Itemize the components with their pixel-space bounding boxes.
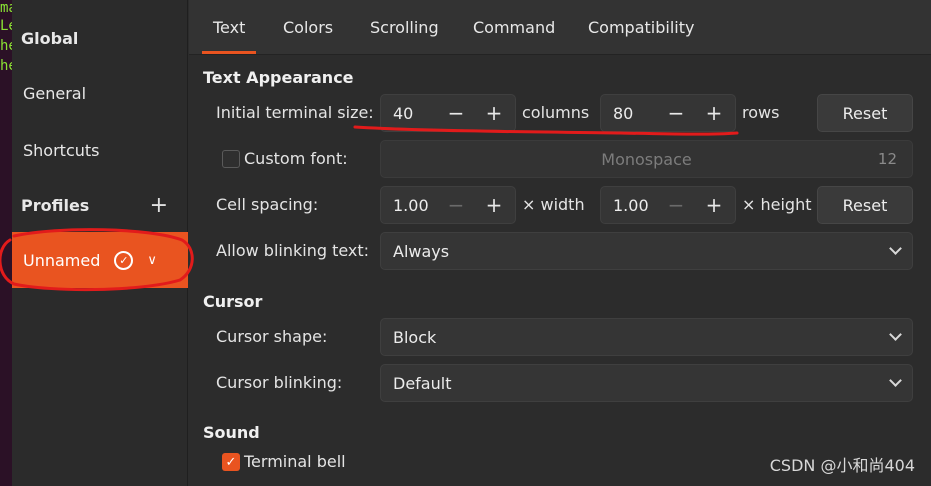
custom-font-label[interactable]: Custom font: (244, 149, 348, 168)
tab-bar: Text Colors Scrolling Command Compatibil… (189, 0, 931, 55)
cursor-blinking-label: Cursor blinking: (216, 373, 343, 392)
height-spacing-value[interactable]: 1.00 (601, 196, 649, 215)
columns-increment-button[interactable]: + (474, 95, 514, 131)
height-unit-label: × height (742, 195, 812, 214)
font-chooser-button[interactable]: Monospace 12 (380, 140, 913, 178)
section-title-sound: Sound (203, 423, 260, 442)
terminal-text-line: he (0, 38, 12, 54)
preferences-sidebar: Global General Shortcuts Profiles + Unna… (12, 0, 188, 486)
sidebar-heading-global: Global (21, 28, 79, 48)
rows-increment-button[interactable]: + (694, 95, 734, 131)
rows-decrement-button[interactable]: − (656, 95, 696, 131)
sidebar-item-general[interactable]: General (12, 78, 188, 108)
initial-size-label: Initial terminal size: (216, 103, 374, 122)
terminal-background-strip: ma Le he he (0, 0, 12, 486)
add-profile-plus-icon[interactable]: + (150, 193, 168, 218)
columns-value[interactable]: 40 (381, 104, 413, 123)
chevron-down-icon (889, 242, 902, 255)
terminal-text-line: ma (0, 0, 12, 16)
width-spacing-value[interactable]: 1.00 (381, 196, 429, 215)
cursor-shape-value: Block (393, 327, 437, 347)
chevron-down-icon (889, 374, 902, 387)
terminal-text-line: Le (0, 18, 12, 34)
profile-settings-panel: Text Colors Scrolling Command Compatibil… (189, 0, 931, 486)
terminal-text-line: he (0, 58, 12, 74)
rows-value[interactable]: 80 (601, 104, 633, 123)
sidebar-item-profile-unnamed[interactable]: Unnamed ✓ ∨ (12, 232, 188, 288)
chevron-down-icon (889, 328, 902, 341)
cursor-blinking-value: Default (393, 373, 452, 393)
height-increment-button[interactable]: + (694, 187, 734, 223)
sidebar-item-shortcuts[interactable]: Shortcuts (12, 135, 188, 165)
columns-spinbutton[interactable]: 40 − + (380, 94, 516, 132)
tab-command[interactable]: Command (473, 0, 555, 55)
tab-colors[interactable]: Colors (283, 0, 333, 55)
reset-size-button[interactable]: Reset (817, 94, 913, 132)
columns-decrement-button[interactable]: − (436, 95, 476, 131)
section-title-text-appearance: Text Appearance (203, 68, 354, 87)
watermark-text: CSDN @小和尚404 (769, 456, 915, 475)
tab-text[interactable]: Text (201, 0, 257, 55)
tab-compatibility[interactable]: Compatibility (588, 0, 694, 55)
cursor-blinking-dropdown[interactable]: Default (380, 364, 913, 402)
width-unit-label: × width (522, 195, 585, 214)
rows-spinbutton[interactable]: 80 − + (600, 94, 736, 132)
font-size: 12 (877, 150, 897, 168)
cursor-shape-label: Cursor shape: (216, 327, 328, 346)
reset-spacing-button[interactable]: Reset (817, 186, 913, 224)
blinking-text-value: Always (393, 241, 450, 261)
width-increment-button[interactable]: + (474, 187, 514, 223)
cursor-shape-dropdown[interactable]: Block (380, 318, 913, 356)
chevron-down-icon[interactable]: ∨ (147, 253, 157, 268)
blinking-text-label: Allow blinking text: (216, 241, 370, 260)
sidebar-heading-profiles: Profiles + (21, 192, 168, 218)
blinking-text-dropdown[interactable]: Always (380, 232, 913, 270)
section-title-cursor: Cursor (203, 292, 263, 311)
columns-unit-label: columns (522, 103, 590, 122)
custom-font-checkbox[interactable] (222, 150, 240, 168)
width-decrement-button[interactable]: − (436, 187, 476, 223)
cell-spacing-label: Cell spacing: (216, 195, 319, 214)
rows-unit-label: rows (742, 103, 780, 122)
width-spacing-spinbutton[interactable]: 1.00 − + (380, 186, 516, 224)
tab-scrolling[interactable]: Scrolling (370, 0, 439, 55)
height-spacing-spinbutton[interactable]: 1.00 − + (600, 186, 736, 224)
height-decrement-button[interactable]: − (656, 187, 696, 223)
terminal-bell-checkbox[interactable]: ✓ (222, 453, 240, 471)
check-circle-icon: ✓ (114, 250, 134, 270)
terminal-bell-label[interactable]: Terminal bell (244, 452, 346, 471)
font-name: Monospace (601, 150, 692, 169)
